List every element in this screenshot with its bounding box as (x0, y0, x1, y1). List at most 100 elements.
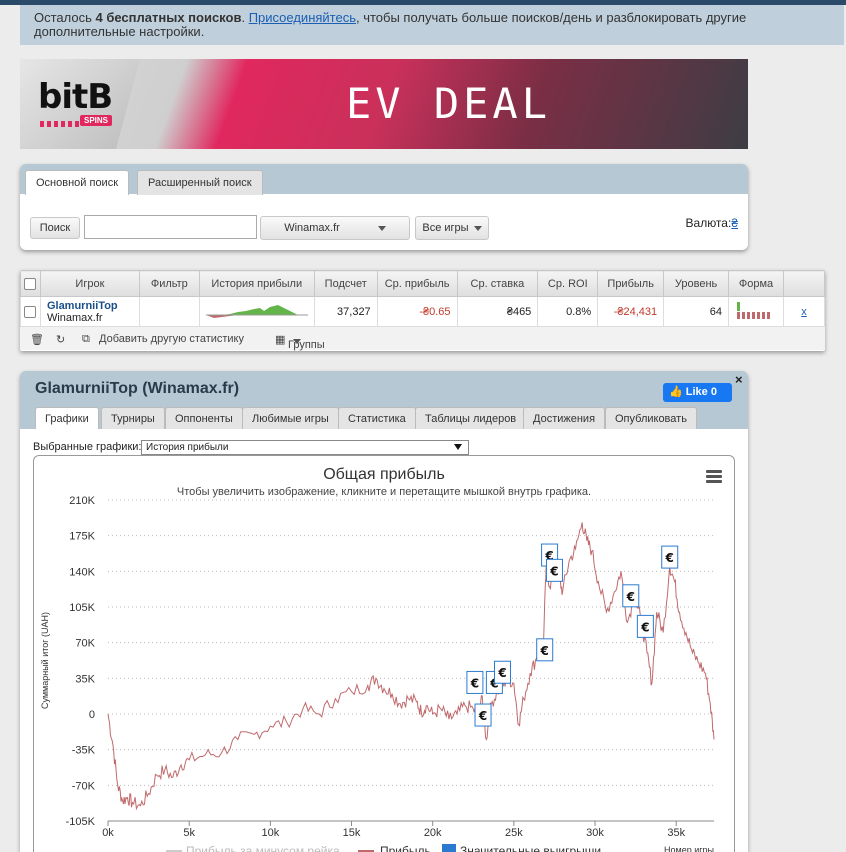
currency-selector[interactable]: Валюта:₴ (686, 216, 738, 230)
facebook-like-button[interactable]: 👍 Like 0 (663, 383, 732, 402)
legend-swatch-markers (442, 844, 456, 852)
site-select-value: Winamax.fr (284, 222, 340, 234)
big-win-marker-label: € (470, 676, 479, 690)
games-select[interactable]: Все игры (415, 216, 489, 240)
trash-icon[interactable]: 🗑 (30, 333, 44, 346)
column-header-profit[interactable]: Прибыль (597, 270, 665, 297)
tab-leaderboards[interactable]: Таблицы лидеров (415, 407, 527, 429)
x-tick-label: 10k (261, 827, 279, 839)
banner-logo-sub: SPINS (80, 115, 113, 126)
big-win-marker-label: € (540, 644, 549, 658)
x-tick-label: 25k (505, 827, 523, 839)
banner-logo: bitB (38, 77, 113, 117)
form-bar (757, 312, 761, 319)
column-header-profit-history[interactable]: История прибыли (198, 270, 315, 297)
join-link[interactable]: Присоединяйтесь (249, 10, 356, 25)
x-tick-label: 20k (424, 827, 442, 839)
ad-banner[interactable]: bitB SPINS EV DEAL (20, 59, 748, 149)
column-header-level[interactable]: Уровень (663, 270, 730, 297)
thumbs-up-icon: 👍 (669, 386, 683, 398)
player-panel-header: GlamurniiTop (Winamax.fr) 👍 Like 0 × Гра… (20, 371, 748, 429)
column-header-filter[interactable]: Фильтр (138, 270, 200, 297)
x-tick-label: 15k (343, 827, 361, 839)
x-tick-label: 30k (586, 827, 604, 839)
chart-type-select[interactable]: История прибыли (141, 440, 469, 455)
y-tick-label: -70K (72, 780, 96, 792)
tab-statistics[interactable]: Статистика (338, 407, 416, 429)
series-line-profit (107, 522, 715, 811)
games-select-value: Все игры (422, 222, 469, 234)
column-header-count[interactable]: Подсчет (313, 270, 378, 297)
legend-label-markers: Значительные выигрыши (460, 844, 601, 852)
close-icon[interactable]: × (735, 372, 743, 387)
groups-icon: ▦ (275, 334, 286, 346)
big-win-marker-label: € (626, 590, 635, 604)
players-table: Игрок Фильтр История прибыли Подсчет Ср.… (20, 270, 825, 327)
tab-advanced-search[interactable]: Расширенный поиск (137, 170, 263, 195)
avg-stake-cell: ₴465 (456, 296, 539, 327)
currency-symbol[interactable]: ₴ (731, 216, 738, 230)
tab-opponents[interactable]: Оппоненты (165, 407, 243, 429)
banner-stripes (40, 121, 80, 127)
column-header-avg-profit[interactable]: Ср. прибыль (376, 270, 458, 297)
avg-roi-cell: 0.8% (537, 296, 599, 327)
tab-favorite-games[interactable]: Любимые игры (242, 407, 339, 429)
form-bar (752, 312, 756, 319)
legend-label-profit: Прибыль (380, 844, 431, 852)
tab-achievements[interactable]: Достижения (523, 407, 606, 429)
player-name-link[interactable]: GlamurniiTop (47, 300, 133, 312)
y-tick-label: 70K (75, 638, 95, 650)
form-cell (728, 296, 785, 327)
column-header-avg-roi[interactable]: Ср. ROI (537, 270, 599, 297)
select-all-header[interactable] (20, 270, 41, 297)
column-header-form[interactable]: Форма (728, 270, 785, 297)
avg-profit-cell: -₴0.65 (376, 296, 458, 327)
tab-charts[interactable]: Графики (35, 407, 99, 429)
filter-cell (138, 296, 200, 327)
sparkline-positive (205, 305, 298, 316)
banner-headline: EV DEAL (346, 79, 552, 128)
add-stats-button[interactable]: Добавить другую статистику (99, 333, 244, 345)
level-cell: 64 (663, 296, 730, 327)
row-checkbox[interactable] (24, 305, 37, 318)
player-panel: GlamurniiTop (Winamax.fr) 👍 Like 0 × Гра… (20, 371, 748, 852)
tab-basic-search[interactable]: Основной поиск (25, 170, 130, 195)
selected-charts-label: Выбранные графики: (33, 441, 142, 453)
count-cell: 37,327 (313, 296, 378, 327)
y-axis-label: Суммарный итог (UAH) (40, 612, 50, 709)
legend-label-rake: Прибыль за минусом рейка (186, 844, 340, 852)
form-bar (742, 312, 746, 319)
chart-canvas[interactable]: 210K 175K 140K 105K 70K 35K 0 -35K -70K -105K 0k 5k… (34, 456, 734, 852)
big-win-marker-label: € (497, 666, 506, 680)
select-all-checkbox[interactable] (24, 277, 37, 290)
chevron-down-icon (454, 444, 462, 450)
row-select-cell[interactable] (20, 296, 41, 327)
column-header-player[interactable]: Игрок (39, 270, 140, 297)
remove-row-link[interactable]: x (801, 306, 807, 318)
y-tick-label: -105K (66, 816, 96, 828)
x-tick-label: 35k (667, 827, 685, 839)
chevron-down-icon (377, 225, 386, 231)
x-tick-label: 5k (183, 827, 195, 839)
big-win-marker-label: € (549, 564, 558, 578)
site-select[interactable]: Winamax.fr (260, 216, 410, 240)
table-toolbar: 🗑 ↻ ⧉ Добавить другую статистику ▦ Групп… (20, 326, 825, 351)
refresh-icon[interactable]: ↻ (56, 333, 65, 346)
profit-chart[interactable]: Общая прибыль Чтобы увеличить изображени… (33, 455, 735, 852)
column-header-avg-stake[interactable]: Ср. ставка (456, 270, 539, 297)
table-row[interactable]: GlamurniiTop Winamax.fr 37,327 -₴0.65 ₴4… (20, 296, 825, 327)
table-header-row: Игрок Фильтр История прибыли Подсчет Ср.… (20, 270, 825, 297)
tab-publish[interactable]: Опубликовать (605, 407, 697, 429)
search-input[interactable] (84, 215, 257, 239)
player-cell[interactable]: GlamurniiTop Winamax.fr (39, 296, 140, 327)
y-tick-label: 175K (69, 531, 95, 543)
column-header-remove (783, 270, 825, 297)
remove-cell[interactable]: x (783, 296, 825, 327)
x-axis-label: Номер игры (664, 845, 714, 852)
big-win-marker-label: € (640, 620, 649, 634)
form-bar (747, 312, 751, 319)
search-button[interactable]: Поиск (30, 217, 80, 239)
tab-tournaments[interactable]: Турниры (101, 407, 165, 429)
y-tick-label: -35K (72, 745, 96, 757)
chart-type-value: История прибыли (146, 442, 229, 453)
